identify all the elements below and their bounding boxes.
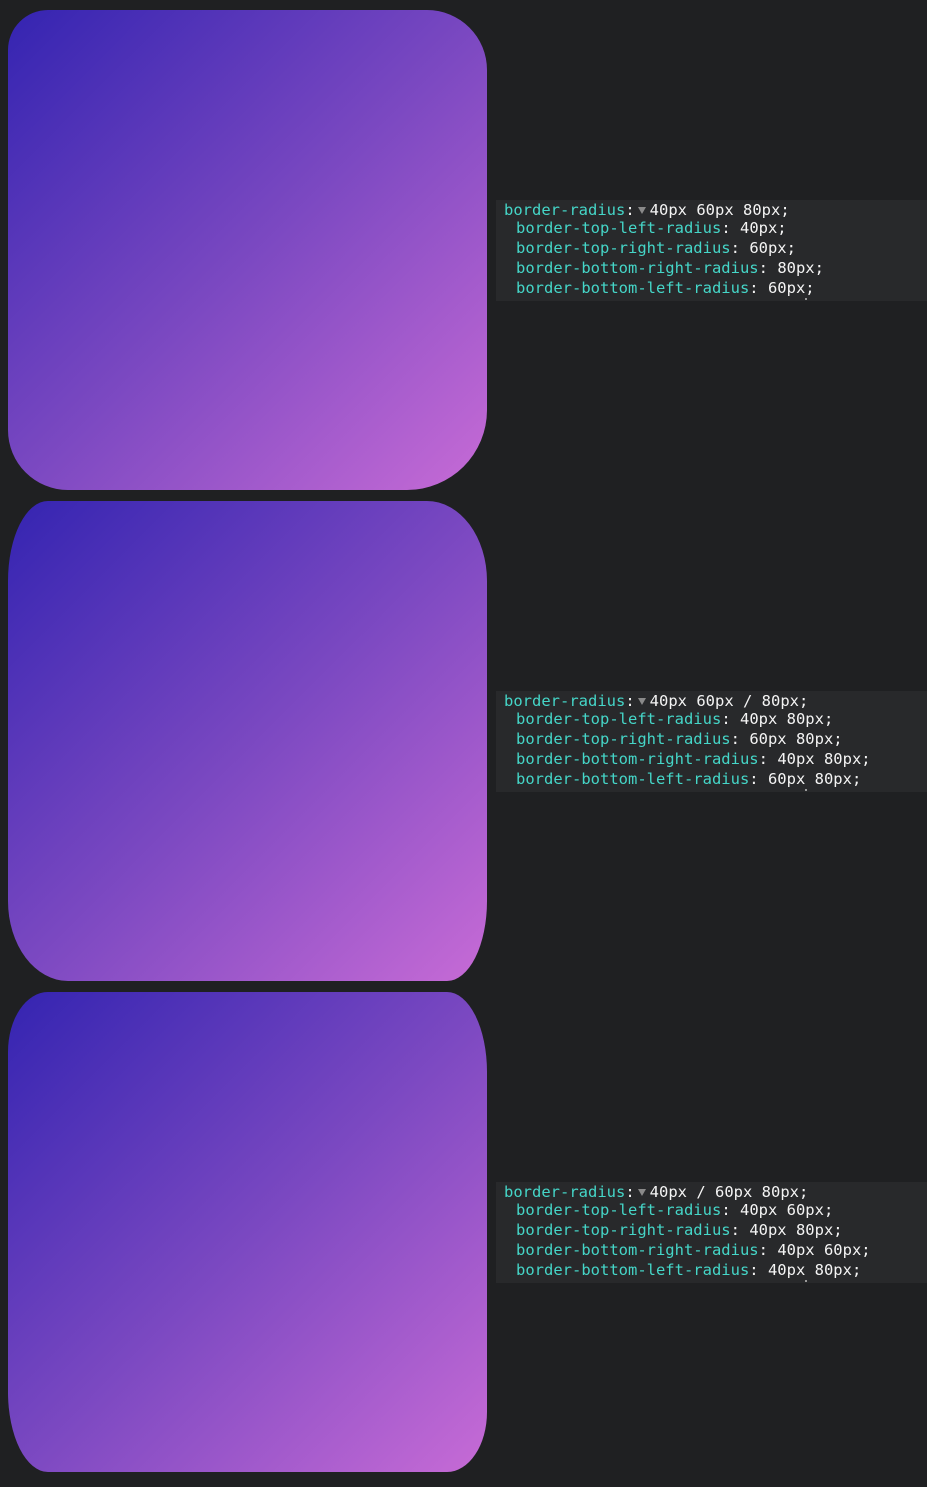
expand-triangle-icon[interactable] [637,1188,646,1196]
property-value: 60px 80px; [749,730,843,748]
property-name: border-bottom-left-radius [516,1261,750,1279]
longhand-declaration: border-bottom-right-radius: 40px 60px; [516,1241,871,1259]
property-value[interactable]: 40px / 60px 80px; [650,1183,809,1201]
example-row-3: border-radius: 40px / 60px 80px; border-t… [0,982,927,1473]
property-name[interactable]: border-radius [504,1183,625,1201]
longhand-declaration: border-top-left-radius: 40px; [516,219,787,237]
property-value: 40px 60px; [777,1241,871,1259]
example-row-2: border-radius: 40px 60px / 80px; border-t… [0,491,927,982]
shorthand-declaration[interactable]: border-radius: 40px / 60px 80px; [504,1182,808,1202]
css-declaration-panel-1: border-radius: 40px 60px 80px; border-top… [496,200,927,301]
caret-mark [805,789,807,791]
longhand-declaration: border-top-right-radius: 40px 80px; [516,1221,843,1239]
property-name: border-top-right-radius [516,239,731,257]
property-name[interactable]: border-radius [504,692,625,710]
property-name: border-bottom-left-radius [516,279,750,297]
property-name: border-top-left-radius [516,710,722,728]
caret-mark [805,298,807,300]
longhand-declaration: border-top-left-radius: 40px 80px; [516,710,834,728]
property-name: border-top-right-radius [516,1221,731,1239]
property-value: 80px; [777,259,824,277]
shorthand-declaration[interactable]: border-radius: 40px 60px / 80px; [504,691,808,711]
property-value: 60px; [749,239,796,257]
css-declaration-panel-2: border-radius: 40px 60px / 80px; border-t… [496,691,927,792]
property-name: border-top-left-radius [516,219,722,237]
property-name: border-top-left-radius [516,1201,722,1219]
gradient-box-2 [8,501,487,981]
longhand-declaration: border-top-left-radius: 40px 60px; [516,1201,834,1219]
property-name: border-bottom-right-radius [516,750,759,768]
property-name: border-top-right-radius [516,730,731,748]
property-value: 40px 80px; [767,1261,862,1279]
gradient-box-1 [8,10,487,490]
gradient-box-3 [8,992,487,1472]
property-value: 40px 80px; [739,710,834,728]
expand-triangle-icon[interactable] [637,206,646,214]
property-value: 40px 80px; [777,750,871,768]
longhand-declaration: border-bottom-left-radius: 60px; [516,279,815,297]
longhand-declaration: border-top-right-radius: 60px; [516,239,796,257]
property-name: border-bottom-right-radius [516,259,759,277]
property-value: 60px; [767,279,815,297]
property-value[interactable]: 40px 60px / 80px; [650,692,809,710]
property-value: 40px; [739,219,787,237]
expand-triangle-icon[interactable] [637,697,646,705]
longhand-declaration: border-bottom-left-radius: 60px 80px; [516,770,862,788]
property-value: 60px 80px; [767,770,862,788]
example-row-1: border-radius: 40px 60px 80px; border-top… [0,0,927,491]
longhand-declaration: border-bottom-left-radius: 40px 80px; [516,1261,862,1279]
longhand-declaration: border-bottom-right-radius: 80px; [516,259,824,277]
property-value: 40px 80px; [749,1221,843,1239]
property-value: 40px 60px; [739,1201,834,1219]
shorthand-declaration[interactable]: border-radius: 40px 60px 80px; [504,200,790,220]
property-name: border-bottom-right-radius [516,1241,759,1259]
longhand-declaration: border-top-right-radius: 60px 80px; [516,730,843,748]
property-value[interactable]: 40px 60px 80px; [650,201,790,219]
css-declaration-panel-3: border-radius: 40px / 60px 80px; border-t… [496,1182,927,1283]
longhand-declaration: border-bottom-right-radius: 40px 80px; [516,750,871,768]
property-name[interactable]: border-radius [504,201,625,219]
property-name: border-bottom-left-radius [516,770,750,788]
caret-mark [805,1280,807,1282]
